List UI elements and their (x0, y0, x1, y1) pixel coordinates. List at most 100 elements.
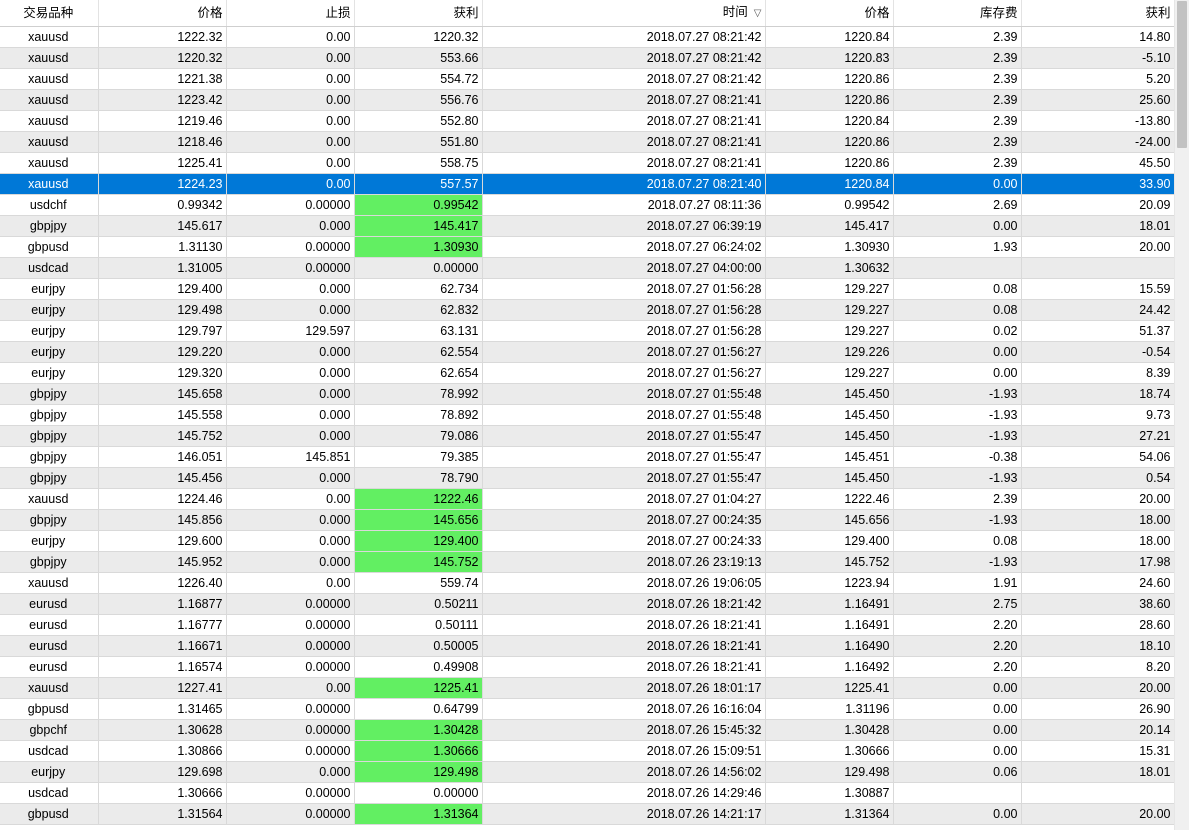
table-row[interactable]: xauusd 1219.46 0.00 552.80 2018.07.27 08:21:… (0, 110, 1174, 132)
table-row[interactable]: gbpjpy 145.952 0.000 145.752 2018.07.26 23:1… (0, 551, 1174, 573)
cell-swap: -1.93 (893, 509, 1022, 531)
cell-price: 129.698 (98, 761, 227, 783)
cell-profit: 18.00 (1021, 530, 1174, 552)
cell-price: 145.952 (98, 551, 227, 573)
cell-price2: 129.226 (765, 341, 894, 363)
cell-profit: 28.60 (1021, 614, 1174, 636)
table-row[interactable]: eurjpy 129.400 0.000 62.734 2018.07.27 01:56… (0, 278, 1174, 300)
table-row[interactable]: gbpjpy 145.752 0.000 79.086 2018.07.27 01:55… (0, 425, 1174, 447)
cell-stop-loss: 0.000 (226, 509, 355, 531)
cell-profit: -5.10 (1021, 47, 1174, 69)
cell-profit: 27.21 (1021, 425, 1174, 447)
cell-profit: -13.80 (1021, 110, 1174, 132)
cell-price: 1.16671 (98, 635, 227, 657)
cell-take-profit: 0.50005 (354, 635, 483, 657)
cell-stop-loss: 0.00 (226, 26, 355, 48)
table-row[interactable]: gbpusd 1.31465 0.00000 0.64799 2018.07.26 16… (0, 698, 1174, 720)
cell-time: 2018.07.27 01:55:47 (482, 467, 766, 489)
col-header-symbol[interactable]: 交易品种 (0, 0, 99, 27)
table-row[interactable]: xauusd 1224.46 0.00 1222.46 2018.07.27 01:04… (0, 488, 1174, 510)
table-row[interactable]: xauusd 1221.38 0.00 554.72 2018.07.27 08:21:… (0, 68, 1174, 90)
cell-time: 2018.07.27 04:00:00 (482, 257, 766, 279)
cell-time: 2018.07.27 01:56:28 (482, 299, 766, 321)
cell-price: 146.051 (98, 446, 227, 468)
cell-stop-loss: 0.00000 (226, 698, 355, 720)
cell-take-profit: 63.131 (354, 320, 483, 342)
col-header-time[interactable]: 时间 ▽ (482, 0, 766, 27)
cell-symbol: usdcad (0, 740, 99, 762)
cell-take-profit: 62.832 (354, 299, 483, 321)
cell-stop-loss: 0.00000 (226, 257, 355, 279)
cell-price2: 145.752 (765, 551, 894, 573)
col-header-symbol-label: 交易品种 (23, 6, 74, 20)
cell-symbol: xauusd (0, 173, 99, 195)
cell-swap: 0.08 (893, 278, 1022, 300)
cell-price: 1.16877 (98, 593, 227, 615)
cell-price: 1.16777 (98, 614, 227, 636)
col-header-profit[interactable]: 获利 (1021, 0, 1174, 27)
table-row[interactable]: eurjpy 129.320 0.000 62.654 2018.07.27 01:56… (0, 362, 1174, 384)
table-row[interactable]: eurjpy 129.600 0.000 129.400 2018.07.27 00:2… (0, 530, 1174, 552)
table-row[interactable]: xauusd 1218.46 0.00 551.80 2018.07.27 08:21:… (0, 131, 1174, 153)
cell-stop-loss: 0.00000 (226, 719, 355, 741)
cell-symbol: xauusd (0, 26, 99, 48)
cell-price2: 1.30632 (765, 257, 894, 279)
table-row[interactable]: usdcad 1.31005 0.00000 0.00000 2018.07.27 04… (0, 257, 1174, 279)
cell-price2: 0.99542 (765, 194, 894, 216)
cell-swap: 1.91 (893, 572, 1022, 594)
table-row[interactable]: usdcad 1.30866 0.00000 1.30666 2018.07.26 15… (0, 740, 1174, 762)
table-row[interactable]: eurusd 1.16574 0.00000 0.49908 2018.07.26 18… (0, 656, 1174, 678)
cell-profit: 45.50 (1021, 152, 1174, 174)
table-row[interactable]: usdchf 0.99342 0.00000 0.99542 2018.07.27 08… (0, 194, 1174, 216)
cell-stop-loss: 0.00 (226, 677, 355, 699)
cell-profit (1021, 782, 1174, 804)
cell-profit: 20.09 (1021, 194, 1174, 216)
cell-time: 2018.07.27 08:21:41 (482, 89, 766, 111)
table-row[interactable]: gbpchf 1.30628 0.00000 1.30428 2018.07.26 15… (0, 719, 1174, 741)
table-row[interactable]: eurjpy 129.220 0.000 62.554 2018.07.27 01:56… (0, 341, 1174, 363)
table-row[interactable]: gbpjpy 146.051 145.851 79.385 2018.07.27 01:… (0, 446, 1174, 468)
table-row[interactable]: xauusd 1220.32 0.00 553.66 2018.07.27 08:21:… (0, 47, 1174, 69)
cell-take-profit: 145.417 (354, 215, 483, 237)
table-row[interactable]: eurjpy 129.698 0.000 129.498 2018.07.26 14:5… (0, 761, 1174, 783)
table-row[interactable]: eurusd 1.16777 0.00000 0.50111 2018.07.26 18… (0, 614, 1174, 636)
vertical-scrollbar[interactable] (1174, 0, 1189, 830)
cell-swap: 0.06 (893, 761, 1022, 783)
table-row[interactable]: xauusd 1223.42 0.00 556.76 2018.07.27 08:21:… (0, 89, 1174, 111)
table-row[interactable]: eurjpy 129.498 0.000 62.832 2018.07.27 01:56… (0, 299, 1174, 321)
col-header-price[interactable]: 价格 (98, 0, 227, 27)
cell-swap: 2.39 (893, 89, 1022, 111)
cell-profit: 26.90 (1021, 698, 1174, 720)
table-row[interactable]: gbpjpy 145.456 0.000 78.790 2018.07.27 01:55… (0, 467, 1174, 489)
col-header-stop-loss[interactable]: 止损 (226, 0, 355, 27)
table-row[interactable]: eurusd 1.16671 0.00000 0.50005 2018.07.26 18… (0, 635, 1174, 657)
cell-price: 145.752 (98, 425, 227, 447)
table-row[interactable]: gbpusd 1.31564 0.00000 1.31364 2018.07.26 14… (0, 803, 1174, 825)
cell-price: 1.30866 (98, 740, 227, 762)
cell-price2: 145.451 (765, 446, 894, 468)
table-row[interactable]: usdcad 1.30666 0.00000 0.00000 2018.07.26 14… (0, 782, 1174, 804)
table-row[interactable]: gbpjpy 145.558 0.000 78.892 2018.07.27 01:55… (0, 404, 1174, 426)
cell-symbol: gbpjpy (0, 509, 99, 531)
table-row[interactable]: eurusd 1.16877 0.00000 0.50211 2018.07.26 18… (0, 593, 1174, 615)
cell-price2: 1220.83 (765, 47, 894, 69)
table-row[interactable]: xauusd 1226.40 0.00 559.74 2018.07.26 19:06:… (0, 572, 1174, 594)
cell-profit: 51.37 (1021, 320, 1174, 342)
cell-stop-loss: 129.597 (226, 320, 355, 342)
table-row[interactable]: xauusd 1225.41 0.00 558.75 2018.07.27 08:21:… (0, 152, 1174, 174)
scrollbar-thumb[interactable] (1177, 1, 1187, 148)
col-header-price2[interactable]: 价格 (765, 0, 894, 27)
table-row[interactable]: xauusd 1227.41 0.00 1225.41 2018.07.26 18:01… (0, 677, 1174, 699)
col-header-take-profit[interactable]: 获利 (354, 0, 483, 27)
table-row[interactable]: gbpjpy 145.856 0.000 145.656 2018.07.27 00:2… (0, 509, 1174, 531)
table-row[interactable]: xauusd 1224.23 0.00 557.57 2018.07.27 08:21:… (0, 173, 1174, 195)
cell-price2: 1225.41 (765, 677, 894, 699)
table-row[interactable]: xauusd 1222.32 0.00 1220.32 2018.07.27 08:21… (0, 26, 1174, 48)
table-row[interactable]: eurjpy 129.797 129.597 63.131 2018.07.27 01:… (0, 320, 1174, 342)
table-row[interactable]: gbpjpy 145.658 0.000 78.992 2018.07.27 01:55… (0, 383, 1174, 405)
cell-profit: 18.01 (1021, 761, 1174, 783)
cell-time: 2018.07.27 06:24:02 (482, 236, 766, 258)
col-header-swap[interactable]: 库存费 (893, 0, 1022, 27)
table-row[interactable]: gbpusd 1.31130 0.00000 1.30930 2018.07.27 06… (0, 236, 1174, 258)
table-row[interactable]: gbpjpy 145.617 0.000 145.417 2018.07.27 06:3… (0, 215, 1174, 237)
